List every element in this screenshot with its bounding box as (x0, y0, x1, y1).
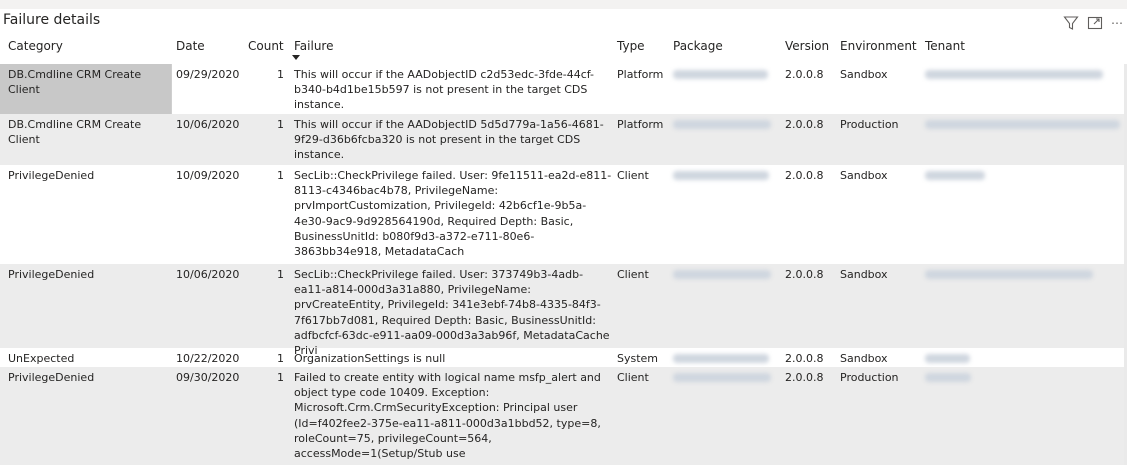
cell-version: 2.0.0.8 (785, 68, 824, 81)
cell-count: 1 (277, 169, 284, 182)
table-row[interactable]: DB.Cmdline CRM Create Client 10/06/2020 … (0, 114, 1127, 165)
table-row[interactable]: PrivilegeDenied 10/06/2020 1 SecLib::Che… (0, 264, 1127, 357)
cell-date: 10/06/2020 (176, 118, 240, 131)
visual-header-icons: ⋯ (1057, 15, 1127, 31)
column-header-version[interactable]: Version (785, 39, 829, 53)
cell-environment: Sandbox (840, 68, 888, 81)
cell-category[interactable]: PrivilegeDenied (8, 370, 168, 385)
table-header: Category Date Count Failure Type Package… (0, 39, 1127, 59)
cell-category[interactable]: PrivilegeDenied (8, 267, 168, 282)
focus-mode-icon[interactable] (1087, 15, 1103, 35)
table-row[interactable]: DB.Cmdline CRM Create Client 09/29/2020 … (0, 64, 1127, 114)
cell-tenant-redacted (925, 351, 1120, 363)
cell-version: 2.0.0.8 (785, 118, 824, 131)
cell-date: 09/30/2020 (176, 371, 240, 384)
cell-environment: Production (840, 371, 899, 384)
cell-version: 2.0.0.8 (785, 371, 824, 384)
cell-failure: Failed to create entity with logical nam… (294, 371, 601, 461)
cell-package-redacted (673, 168, 783, 180)
cell-tenant-redacted (925, 267, 1120, 279)
cell-environment: Sandbox (840, 169, 888, 182)
cell-count: 1 (277, 371, 284, 384)
cell-date: 10/22/2020 (176, 352, 240, 365)
column-header-environment[interactable]: Environment (840, 39, 917, 53)
column-header-failure[interactable]: Failure (294, 39, 333, 53)
cell-package-redacted (673, 351, 783, 363)
cell-failure: SecLib::CheckPrivilege failed. User: 373… (294, 268, 610, 358)
cell-type: Client (617, 371, 649, 384)
cell-count: 1 (277, 352, 284, 365)
cell-version: 2.0.0.8 (785, 169, 824, 182)
cell-date: 09/29/2020 (176, 68, 240, 81)
cell-tenant-redacted (925, 370, 1120, 382)
filter-icon[interactable] (1063, 15, 1079, 35)
cell-version: 2.0.0.8 (785, 352, 824, 365)
cell-count: 1 (277, 268, 284, 281)
visual-title: Failure details (3, 12, 101, 28)
column-header-count[interactable]: Count (248, 39, 284, 53)
cell-failure: SecLib::CheckPrivilege failed. User: 9fe… (294, 169, 612, 259)
cell-failure: This will occur if the AADobjectID c2d53… (294, 68, 595, 112)
cell-failure: This will occur if the AADobjectID 5d5d7… (294, 118, 604, 162)
column-header-category[interactable]: Category (8, 39, 63, 53)
column-header-package[interactable]: Package (673, 39, 723, 53)
cell-version: 2.0.0.8 (785, 268, 824, 281)
cell-date: 10/09/2020 (176, 169, 240, 182)
cell-count: 1 (277, 68, 284, 81)
cell-environment: Sandbox (840, 352, 888, 365)
cell-category[interactable]: DB.Cmdline CRM Create Client (8, 67, 168, 97)
cell-category[interactable]: UnExpected (8, 351, 168, 366)
cell-type: Client (617, 169, 649, 182)
cell-tenant-redacted (925, 168, 1120, 180)
cell-category[interactable]: PrivilegeDenied (8, 168, 168, 183)
cell-environment: Sandbox (840, 268, 888, 281)
table-row[interactable]: PrivilegeDenied 10/09/2020 1 SecLib::Che… (0, 165, 1127, 264)
cell-package-redacted (673, 267, 783, 279)
cell-type: Client (617, 268, 649, 281)
cell-type: Platform (617, 68, 664, 81)
cell-divider (171, 64, 172, 114)
cell-date: 10/06/2020 (176, 268, 240, 281)
cell-environment: Production (840, 118, 899, 131)
column-header-date[interactable]: Date (176, 39, 205, 53)
top-strip (0, 0, 1127, 9)
cell-tenant-redacted (925, 117, 1120, 129)
cell-tenant-redacted (925, 67, 1120, 79)
cell-package-redacted (673, 67, 783, 79)
cell-type: System (617, 352, 659, 365)
cell-failure: OrganizationSettings is null (294, 352, 446, 365)
cell-package-redacted (673, 117, 783, 129)
cell-type: Platform (617, 118, 664, 131)
more-options-icon[interactable]: ⋯ (1111, 17, 1123, 29)
column-header-tenant[interactable]: Tenant (925, 39, 965, 53)
column-header-type[interactable]: Type (617, 39, 645, 53)
cell-count: 1 (277, 118, 284, 131)
table-row[interactable]: UnExpected 10/22/2020 1 OrganizationSett… (0, 348, 1127, 367)
table-row[interactable]: PrivilegeDenied 09/30/2020 1 Failed to c… (0, 367, 1127, 465)
cell-package-redacted (673, 370, 783, 382)
cell-category[interactable]: DB.Cmdline CRM Create Client (8, 117, 168, 147)
sort-descending-icon[interactable] (292, 55, 300, 60)
